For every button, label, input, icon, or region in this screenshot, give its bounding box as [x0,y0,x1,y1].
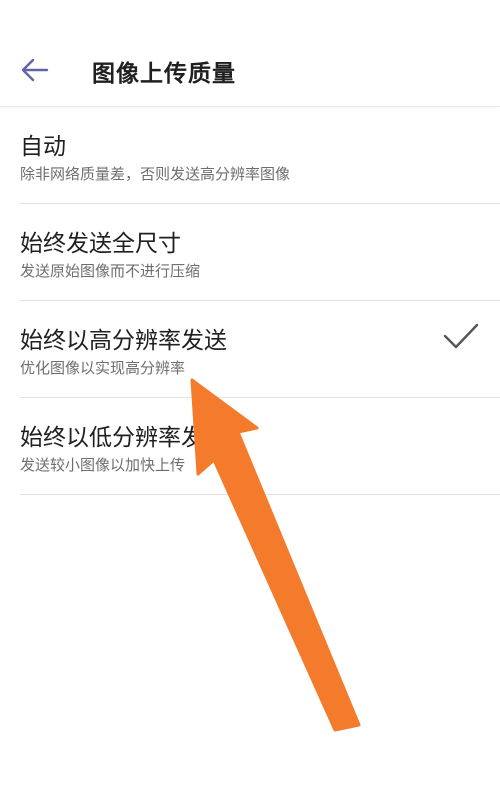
back-button[interactable] [12,47,58,93]
screen: 图像上传质量 自动 除非网络质量差，否则发送高分辨率图像 始终发送全尺寸 发送原… [0,0,500,802]
quality-options-list: 自动 除非网络质量差，否则发送高分辨率图像 始终发送全尺寸 发送原始图像而不进行… [0,107,500,495]
option-description: 发送原始图像而不进行压缩 [20,262,201,280]
option-high-resolution[interactable]: 始终以高分辨率发送 优化图像以实现高分辨率 [20,301,500,398]
option-title: 始终以低分辨率发送 [20,425,227,451]
option-description: 优化图像以实现高分辨率 [20,359,186,377]
checkmark-icon [443,323,479,349]
option-title: 自动 [20,134,66,160]
option-low-resolution[interactable]: 始终以低分辨率发送 发送较小图像以加快上传 [20,398,500,495]
option-title: 始终发送全尺寸 [20,231,181,257]
option-description: 除非网络质量差，否则发送高分辨率图像 [20,165,291,183]
option-title: 始终以高分辨率发送 [20,328,227,354]
page-title: 图像上传质量 [92,61,236,87]
option-auto[interactable]: 自动 除非网络质量差，否则发送高分辨率图像 [20,107,500,204]
back-arrow-icon [21,58,49,82]
option-full-size[interactable]: 始终发送全尺寸 发送原始图像而不进行压缩 [20,204,500,301]
header-bar: 图像上传质量 [0,0,500,107]
option-description: 发送较小图像以加快上传 [20,456,186,474]
